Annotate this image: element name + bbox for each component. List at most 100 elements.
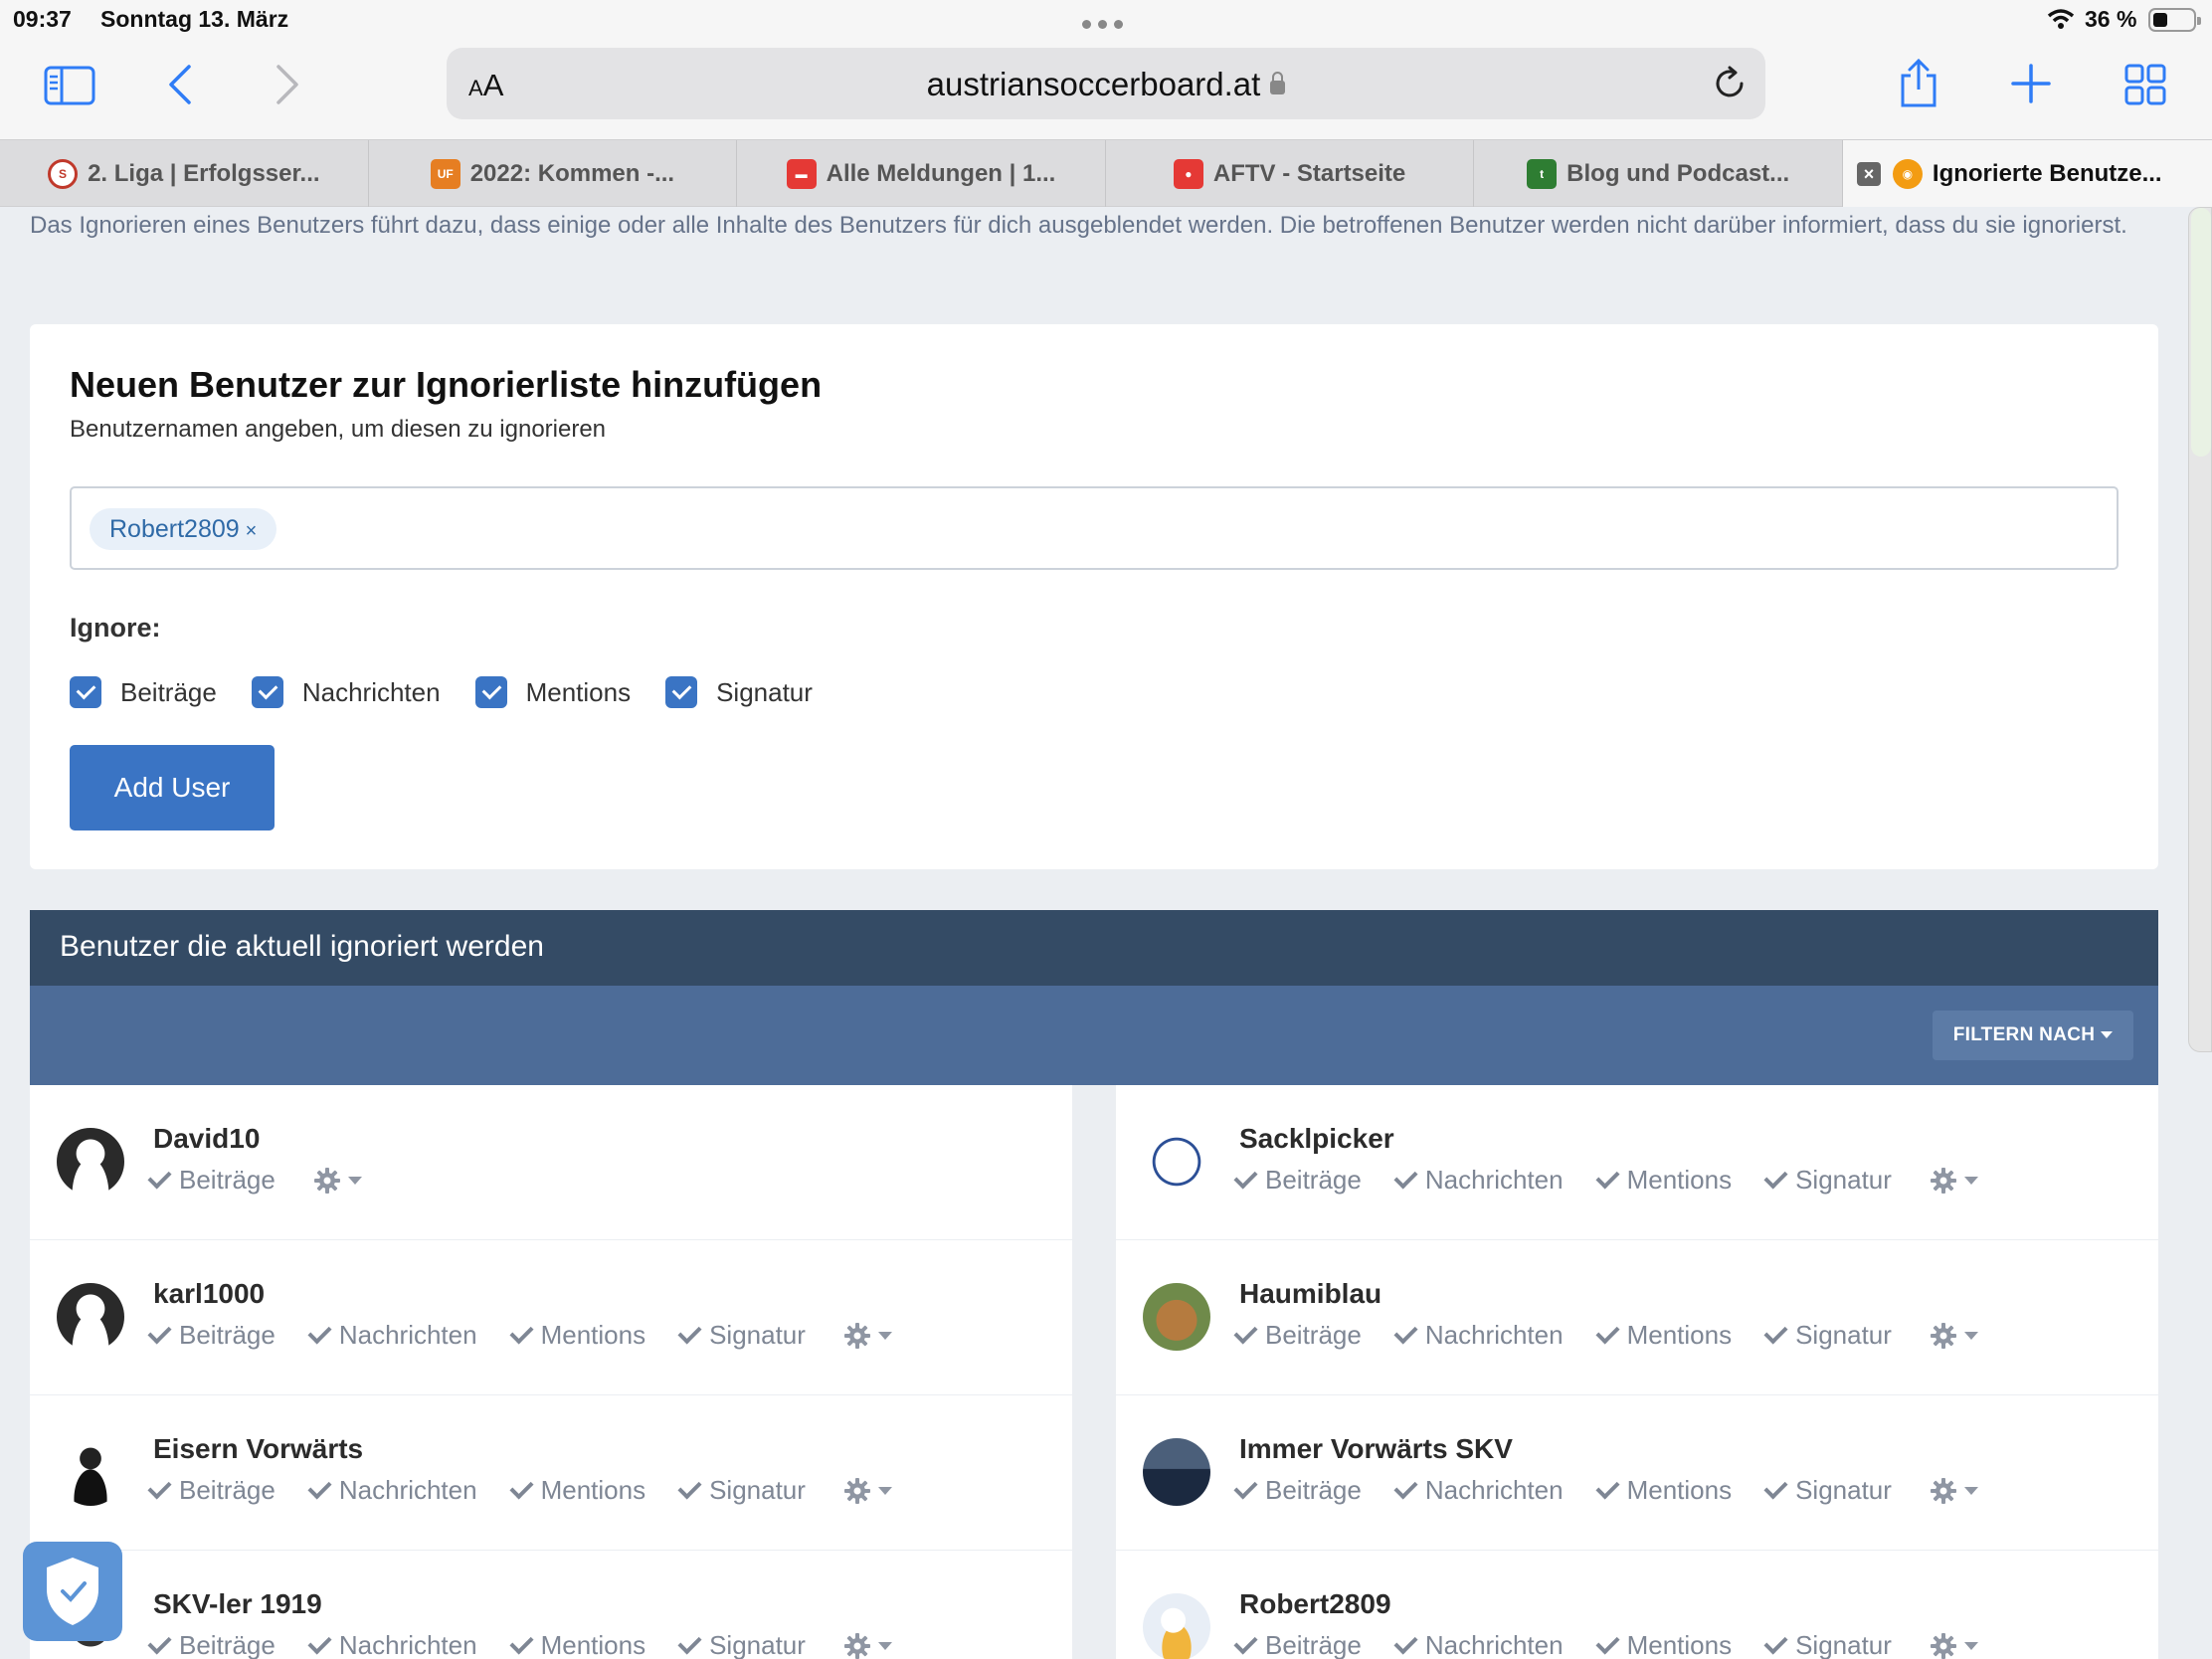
ignore-options: Beiträge Nachrichten Mentions Signatur <box>1239 1630 1979 1659</box>
scrollbar[interactable] <box>2188 207 2212 1052</box>
chevron-down-icon <box>1963 1486 1978 1495</box>
ignore-options: Beiträge Nachrichten Mentions Signatur <box>1239 1165 1979 1196</box>
privacy-shield-icon[interactable] <box>23 1542 122 1641</box>
ignored-option: Signatur <box>1769 1320 1892 1351</box>
ignored-option: Nachrichten <box>1399 1475 1564 1506</box>
avatar[interactable] <box>57 1128 124 1196</box>
gear-menu-button[interactable] <box>313 1167 363 1195</box>
gear-menu-button[interactable] <box>843 1477 893 1505</box>
address-bar[interactable]: AA austriansoccerboard.at <box>447 48 1765 119</box>
checkbox-label: Mentions <box>525 676 632 707</box>
ignore-label: Ignore: <box>70 613 161 643</box>
tab-label: 2022: Kommen -... <box>469 159 675 187</box>
intro-text: Das Ignorieren eines Benutzers führt daz… <box>30 212 2127 239</box>
gear-menu-button[interactable] <box>1930 1632 1979 1659</box>
username-input[interactable]: Robert2809 × <box>70 486 2119 570</box>
reload-icon[interactable] <box>1712 66 1748 101</box>
user-name[interactable]: Immer Vorwärts SKV <box>1239 1433 1513 1465</box>
avatar[interactable] <box>57 1283 124 1351</box>
ignored-option: Beiträge <box>1239 1165 1362 1196</box>
new-tab-icon[interactable] <box>2011 64 2051 103</box>
user-name[interactable]: Sacklpicker <box>1239 1123 1394 1155</box>
ignored-option: Signatur <box>1769 1475 1892 1506</box>
avatar[interactable] <box>1143 1593 1210 1659</box>
checkbox-checked-icon[interactable] <box>251 676 283 708</box>
user-name[interactable]: David10 <box>153 1123 260 1155</box>
ignored-option: Nachrichten <box>313 1320 477 1351</box>
add-user-button[interactable]: Add User <box>70 745 275 830</box>
gear-menu-button[interactable] <box>1930 1322 1979 1350</box>
checkbox-label: Signatur <box>716 676 813 707</box>
checkbox-signatur[interactable]: Signatur <box>665 676 813 708</box>
user-name[interactable]: SKV-ler 1919 <box>153 1588 322 1620</box>
favicon-icon: UF <box>430 158 461 189</box>
close-tab-icon[interactable]: × <box>1856 162 1881 186</box>
share-icon[interactable] <box>1897 58 1940 109</box>
tab-2022-kommen[interactable]: UF 2022: Kommen -... <box>369 140 738 207</box>
gear-icon <box>1930 1322 1956 1349</box>
tab-aftv[interactable]: ● AFTV - Startseite <box>1106 140 1475 207</box>
filter-label: FILTERN NACH <box>1952 1024 2096 1045</box>
avatar[interactable] <box>1143 1128 1210 1196</box>
battery-icon <box>2148 8 2201 32</box>
checkbox-checked-icon[interactable] <box>474 676 507 708</box>
gear-icon <box>1930 1632 1956 1659</box>
ignored-option: Beiträge <box>153 1165 276 1196</box>
lock-icon <box>1270 72 1286 94</box>
multitasking-dots-icon[interactable] <box>1082 20 1123 29</box>
tab-2-liga[interactable]: S 2. Liga | Erfolgsser... <box>0 140 369 207</box>
chip-label: Robert2809 <box>109 515 240 543</box>
checkbox-mentions[interactable]: Mentions <box>474 676 632 708</box>
tab-blog-podcast[interactable]: t Blog und Podcast... <box>1474 140 1843 207</box>
avatar[interactable] <box>1143 1438 1210 1506</box>
chevron-down-icon <box>877 1641 892 1650</box>
sidebar-icon[interactable] <box>44 66 95 105</box>
url-text: austriansoccerboard.at <box>926 66 1261 102</box>
form-title: Neuen Benutzer zur Ignorierliste hinzufü… <box>70 364 823 405</box>
ignore-options: Beiträge Nachrichten Mentions Signatur <box>70 676 847 708</box>
ignored-option: Beiträge <box>1239 1630 1362 1659</box>
battery-percent: 36 % <box>2085 6 2137 32</box>
checkbox-label: Beiträge <box>120 676 217 707</box>
avatar[interactable] <box>57 1438 124 1506</box>
checkbox-checked-icon[interactable] <box>70 676 101 708</box>
chip-remove-icon[interactable]: × <box>246 520 258 542</box>
tab-overview-icon[interactable] <box>2124 64 2166 105</box>
favicon-icon: S <box>48 158 79 189</box>
tab-bar: S 2. Liga | Erfolgsser... UF 2022: Komme… <box>0 139 2212 207</box>
forward-icon[interactable] <box>275 64 300 105</box>
filter-button[interactable]: FILTERN NACH <box>1933 1011 2133 1060</box>
avatar[interactable] <box>1143 1283 1210 1351</box>
gear-menu-button[interactable] <box>1930 1167 1979 1195</box>
gear-menu-button[interactable] <box>843 1322 893 1350</box>
ignored-option: Nachrichten <box>1399 1165 1564 1196</box>
chevron-down-icon <box>877 1331 892 1340</box>
tab-label: 2. Liga | Erfolgsser... <box>88 159 320 187</box>
wifi-icon <box>2047 9 2075 29</box>
checkbox-checked-icon[interactable] <box>665 676 698 708</box>
tab-alle-meldungen[interactable]: ▬ Alle Meldungen | 1... <box>737 140 1106 207</box>
user-name[interactable]: Eisern Vorwärts <box>153 1433 363 1465</box>
checkbox-nachrichten[interactable]: Nachrichten <box>251 676 441 708</box>
username-chip[interactable]: Robert2809 × <box>90 508 277 550</box>
user-name[interactable]: karl1000 <box>153 1278 265 1310</box>
tab-label: Alle Meldungen | 1... <box>826 159 1056 187</box>
ignored-user-row: Immer Vorwärts SKV Beiträge Nachrichten Men… <box>1116 1395 2158 1550</box>
user-name[interactable]: Robert2809 <box>1239 1588 1391 1620</box>
ignored-option: Mentions <box>1601 1320 1733 1351</box>
chevron-down-icon <box>1963 1331 1978 1340</box>
ignored-user-row: Robert2809 Beiträge Nachrichten Mentions Sig… <box>1116 1551 2158 1659</box>
ignored-option: Mentions <box>515 1630 646 1659</box>
ignored-option: Nachrichten <box>313 1475 477 1506</box>
gear-menu-button[interactable] <box>843 1632 893 1659</box>
back-icon[interactable] <box>167 64 193 105</box>
add-ignore-card: Neuen Benutzer zur Ignorierliste hinzufü… <box>30 324 2158 869</box>
ignored-option: Mentions <box>1601 1475 1733 1506</box>
ignored-list-header: Benutzer die aktuell ignoriert werden <box>30 910 2158 986</box>
ignore-options: Beiträge <box>153 1165 363 1196</box>
user-name[interactable]: Haumiblau <box>1239 1278 1382 1310</box>
gear-menu-button[interactable] <box>1930 1477 1979 1505</box>
ignored-option: Beiträge <box>153 1475 276 1506</box>
tab-ignorierte-benutzer[interactable]: × ◉ Ignorierte Benutze... <box>1842 140 2212 207</box>
checkbox-beitraege[interactable]: Beiträge <box>70 676 217 708</box>
